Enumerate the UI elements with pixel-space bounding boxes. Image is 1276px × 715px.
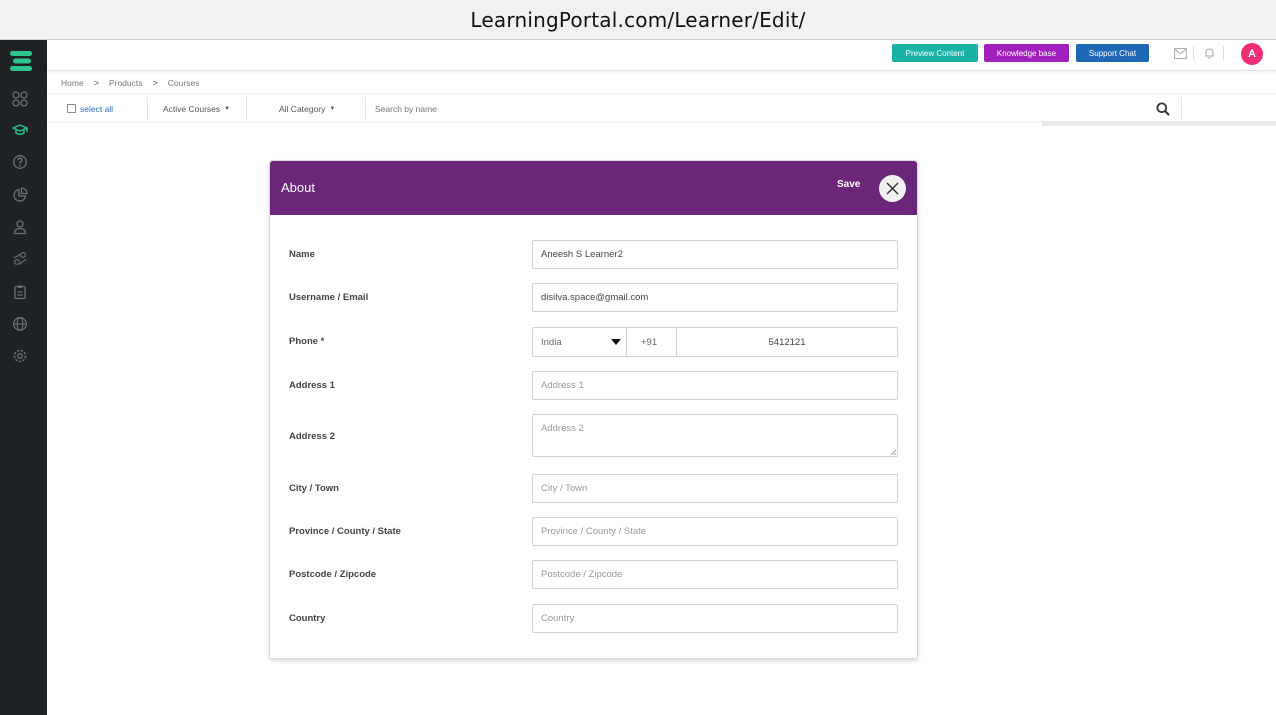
modal-title: About	[281, 180, 315, 195]
phone-number-field[interactable]	[677, 328, 897, 356]
breadcrumb-separator-icon: >	[93, 78, 99, 88]
all-category-label: All Category	[279, 103, 326, 114]
settings-icon[interactable]	[12, 348, 28, 364]
address1-label: Address 1	[289, 380, 335, 391]
caret-down-icon: ▼	[329, 105, 336, 112]
save-button[interactable]: Save	[837, 179, 860, 190]
bell-icon[interactable]	[1202, 46, 1216, 60]
support-chat-button[interactable]: Support Chat	[1076, 44, 1149, 62]
postcode-label: Postcode / Zipcode	[289, 569, 377, 580]
header-divider	[1223, 46, 1224, 60]
courses-icon[interactable]	[12, 122, 28, 138]
avatar[interactable]: A	[1241, 43, 1263, 65]
search-icon[interactable]	[1156, 95, 1170, 122]
country-field[interactable]	[532, 604, 898, 633]
url-text: LearningPortal.com/Learner/Edit/	[470, 7, 806, 32]
city-field[interactable]	[532, 474, 898, 503]
analytics-icon[interactable]	[12, 187, 28, 203]
search-box	[375, 95, 775, 122]
phone-country-value: India	[541, 336, 562, 348]
name-label: Name	[289, 249, 315, 260]
browser-url-bar[interactable]: LearningPortal.com/Learner/Edit/	[0, 0, 1276, 40]
city-label: City / Town	[289, 483, 339, 494]
users-icon[interactable]	[12, 219, 28, 235]
all-category-dropdown[interactable]: All Category ▼	[279, 95, 335, 122]
close-icon	[886, 182, 899, 195]
caret-down-icon: ▼	[224, 105, 231, 112]
header-divider	[1193, 46, 1194, 60]
dashboard-icon[interactable]	[12, 91, 28, 107]
phone-country-select[interactable]: India	[533, 328, 627, 356]
address1-field[interactable]	[532, 371, 898, 400]
search-input[interactable]	[375, 103, 775, 114]
filter-divider	[365, 97, 366, 120]
mail-icon[interactable]	[1173, 46, 1187, 60]
province-label: Province / County / State	[289, 526, 401, 537]
close-button[interactable]	[879, 175, 906, 202]
breadcrumb-courses[interactable]: Courses	[168, 78, 200, 88]
select-all-label[interactable]: select all	[80, 104, 113, 114]
name-field[interactable]	[532, 240, 898, 269]
scroll-track	[1042, 121, 1276, 126]
country-label: Country	[289, 613, 326, 624]
filter-divider	[246, 97, 247, 120]
modal-header: About Save	[270, 161, 917, 215]
help-icon[interactable]	[12, 154, 28, 170]
resize-handle-icon[interactable]	[890, 449, 897, 456]
province-field[interactable]	[532, 517, 898, 546]
globe-icon[interactable]	[12, 316, 28, 332]
username-email-field[interactable]	[532, 283, 898, 312]
active-courses-label: Active Courses	[163, 103, 221, 114]
app-logo-icon[interactable]	[9, 50, 35, 72]
phone-dial-code: +91	[627, 328, 677, 356]
filter-divider	[1181, 97, 1182, 120]
reports-icon[interactable]	[12, 284, 28, 300]
filter-divider	[147, 97, 148, 120]
address2-label: Address 2	[289, 431, 335, 442]
breadcrumb-products[interactable]: Products	[109, 78, 143, 88]
breadcrumb-separator-icon: >	[152, 78, 158, 88]
phone-field-group: India +91	[532, 327, 898, 357]
knowledge-base-button[interactable]: Knowledge base	[984, 44, 1069, 62]
select-all-checkbox[interactable]: select all	[67, 95, 113, 122]
phone-label: Phone *	[289, 336, 325, 347]
address2-field[interactable]	[532, 414, 898, 457]
about-modal: About Save Name Username / Email Phone *…	[269, 160, 918, 659]
username-label: Username / Email	[289, 292, 369, 303]
dropdown-arrow-icon	[611, 339, 621, 345]
breadcrumb-home[interactable]: Home	[61, 78, 84, 88]
preview-content-button[interactable]: Preview Content	[892, 44, 978, 62]
checkbox-icon[interactable]	[67, 104, 76, 113]
postcode-field[interactable]	[532, 560, 898, 589]
filter-bar: select all Active Courses ▼ All Category…	[47, 94, 1276, 122]
top-header: Preview Content Knowledge base Support C…	[47, 40, 1276, 71]
sidebar	[0, 40, 47, 715]
breadcrumb: Home > Products > Courses	[61, 76, 199, 90]
groups-icon[interactable]	[12, 251, 28, 267]
active-courses-dropdown[interactable]: Active Courses ▼	[163, 95, 230, 122]
